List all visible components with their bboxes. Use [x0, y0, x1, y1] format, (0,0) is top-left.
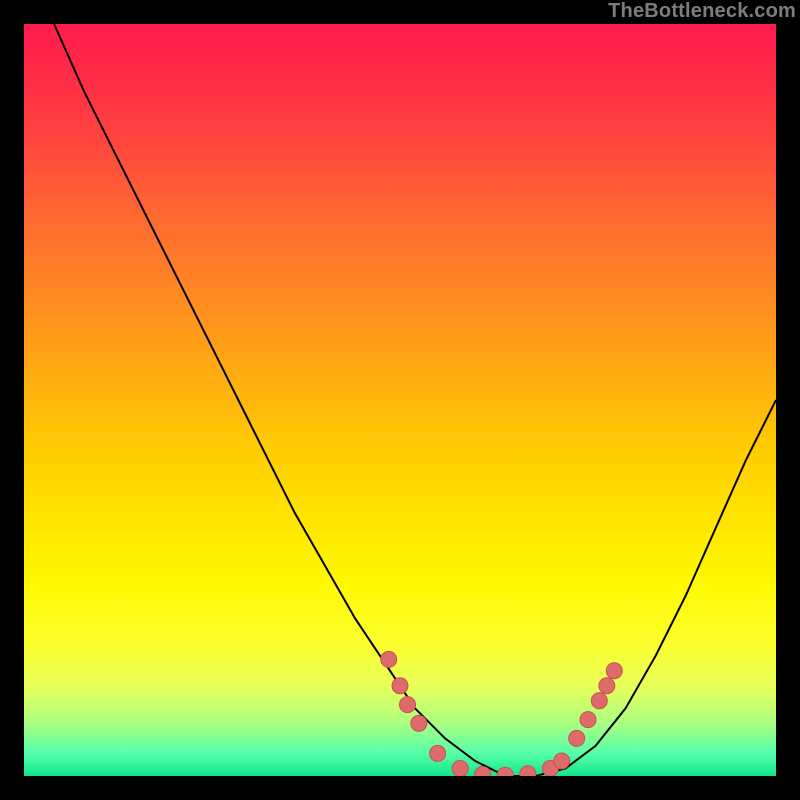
curve-marker: [392, 678, 408, 694]
curve-markers: [381, 651, 623, 776]
curve-marker: [452, 761, 468, 777]
bottleneck-curve: [54, 24, 776, 776]
curve-marker: [554, 753, 570, 769]
curve-marker: [606, 663, 622, 679]
chart-frame: TheBottleneck.com: [0, 0, 800, 800]
plot-area: [24, 24, 776, 776]
curve-marker: [411, 715, 427, 731]
curve-marker: [381, 651, 397, 667]
curve-marker: [497, 767, 513, 776]
watermark-text: TheBottleneck.com: [608, 0, 796, 23]
curve-marker: [569, 730, 585, 746]
curve-marker: [400, 697, 416, 713]
curve-layer: [24, 24, 776, 776]
curve-marker: [591, 693, 607, 709]
curve-marker: [520, 766, 536, 776]
curve-marker: [430, 745, 446, 761]
curve-marker: [599, 678, 615, 694]
curve-marker: [580, 712, 596, 728]
